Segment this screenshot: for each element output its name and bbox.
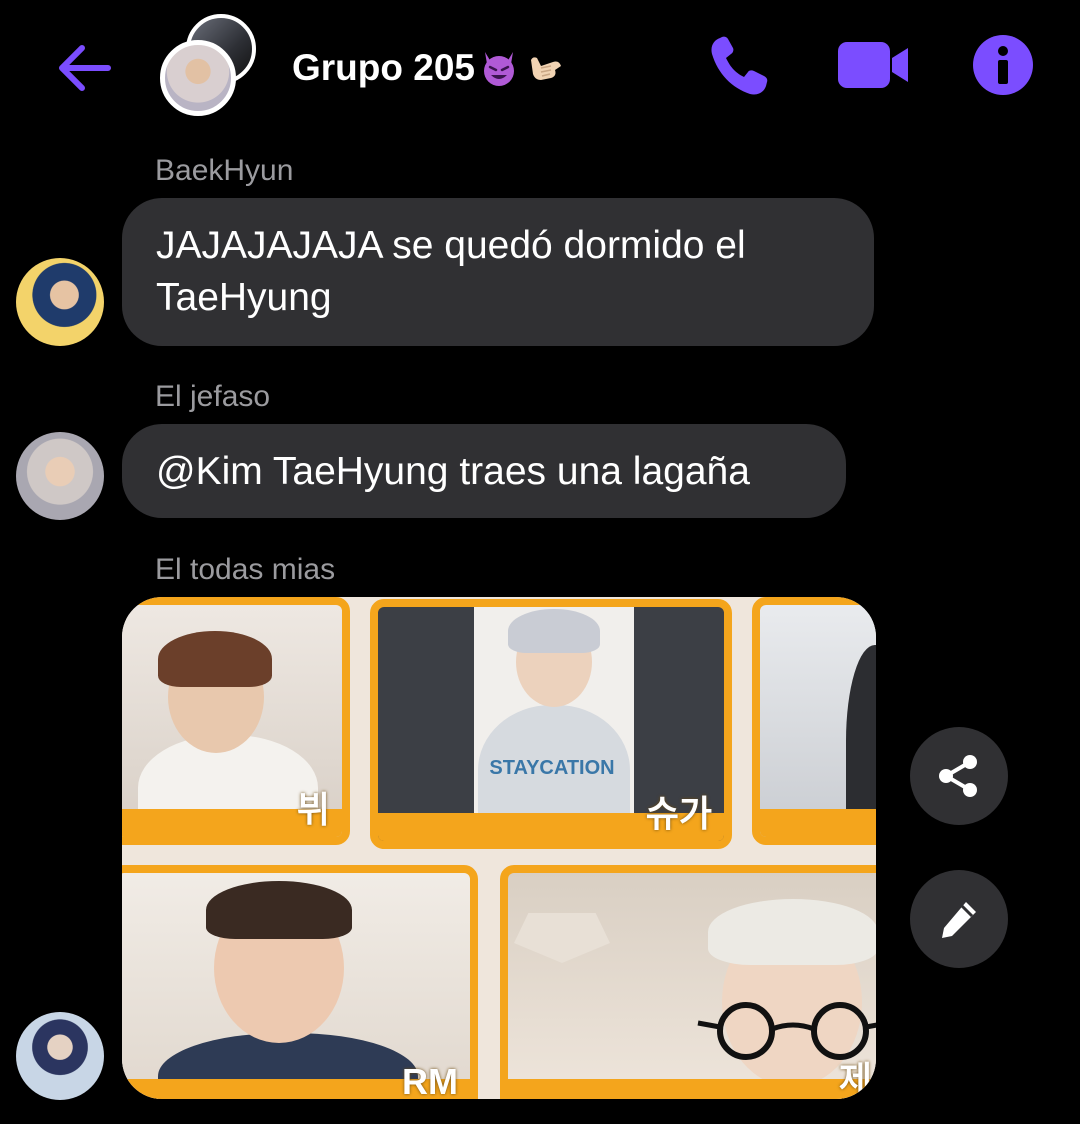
photo-tile: 제 [500, 865, 876, 1099]
info-button[interactable] [972, 34, 1034, 96]
sender-name: El jefaso [155, 380, 271, 413]
person-hair [206, 881, 352, 939]
video-call-button[interactable] [836, 38, 910, 92]
name-bar [760, 809, 876, 837]
call-me-hand-emoji [531, 57, 561, 80]
photo-tile [752, 597, 876, 845]
back-button[interactable] [52, 38, 116, 98]
name-label: 제 [838, 1059, 872, 1099]
pencil-icon [942, 902, 976, 938]
member-avatar-front [160, 40, 236, 116]
message-bubble[interactable]: JAJAJAJAJA se quedó dormido el TaeHyung [122, 198, 874, 346]
chat-header: Grupo 205 [0, 0, 1080, 140]
phone-icon [711, 36, 768, 95]
name-label: 뷔 [296, 789, 330, 830]
sender-avatar[interactable] [16, 258, 104, 346]
message-text: @Kim TaeHyung traes una lagaña [156, 450, 750, 493]
ceiling-lamp [514, 913, 610, 963]
name-label: RM [402, 1061, 458, 1099]
name-bar [508, 1079, 876, 1099]
message-text: JAJAJAJAJA se quedó dormido el TaeHyung [156, 224, 746, 319]
photo-tile: STAYCATION 슈가 [370, 599, 732, 849]
group-avatar[interactable] [158, 14, 262, 116]
edit-button[interactable] [910, 870, 1008, 968]
person-hair [158, 631, 272, 687]
name-label: 슈가 [645, 793, 712, 834]
person-hair [508, 609, 600, 653]
photo-tile: 뷔 [122, 597, 350, 845]
share-button[interactable] [910, 727, 1008, 825]
sender-avatar[interactable] [16, 1012, 104, 1100]
message-bubble[interactable]: @Kim TaeHyung traes una lagaña [122, 424, 846, 518]
share-icon [939, 755, 977, 797]
person-hair [708, 899, 876, 965]
smiling-devil-emoji [484, 52, 514, 86]
video-camera-icon [838, 42, 908, 88]
sender-name: El todas mias [155, 553, 336, 586]
sender-name: BaekHyun [155, 154, 294, 187]
group-name: Grupo 205 [292, 47, 475, 88]
chat-title[interactable]: Grupo 205 [292, 44, 565, 92]
photo-tile: RM [122, 865, 478, 1099]
info-icon [973, 35, 1033, 95]
image-attachment[interactable]: 뷔 STAYCATION 슈가 RM 제 [122, 597, 876, 1099]
arrow-left-icon [59, 45, 111, 91]
voice-call-button[interactable] [706, 32, 772, 98]
shirt-text: STAYCATION [489, 757, 615, 779]
sender-avatar[interactable] [16, 432, 104, 520]
